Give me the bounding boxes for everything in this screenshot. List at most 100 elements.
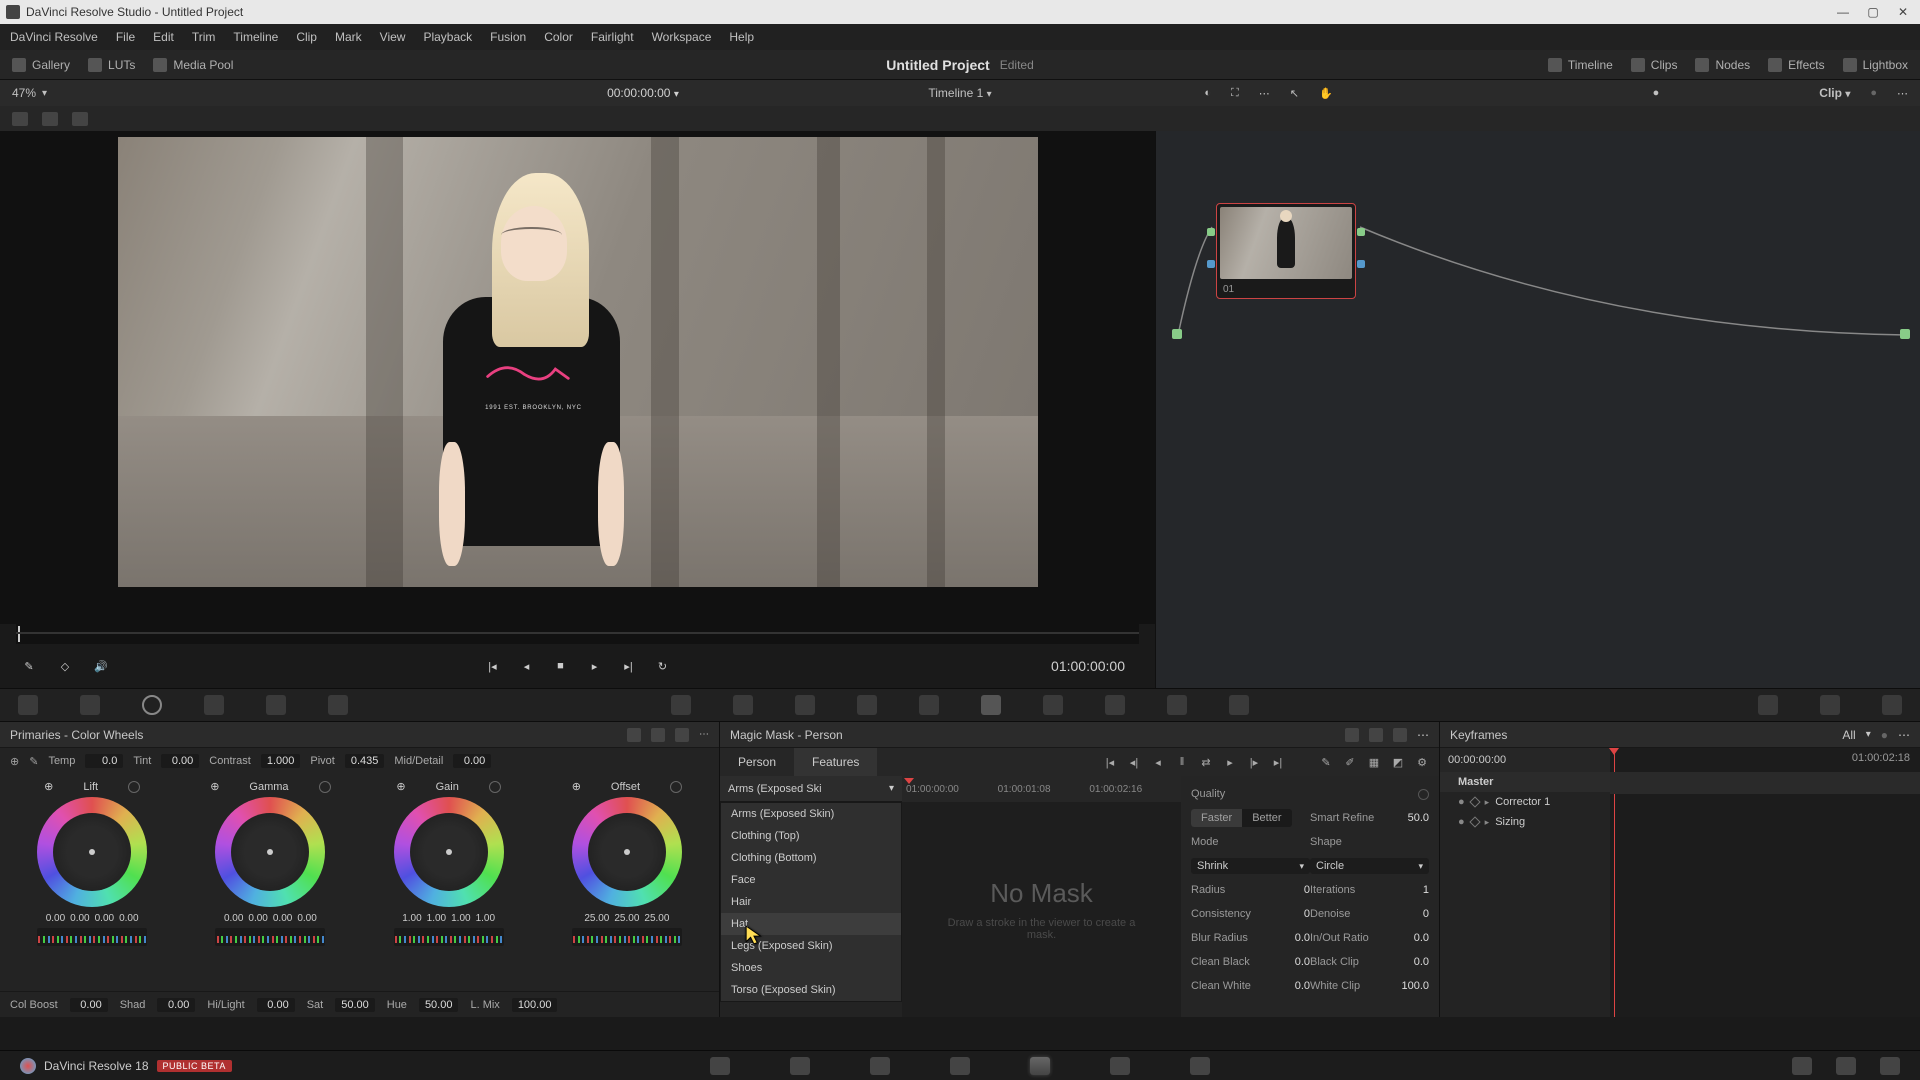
wheel-reset[interactable] — [489, 781, 501, 793]
wheel-value[interactable]: 25.00 — [644, 913, 669, 924]
quality-reset[interactable] — [1418, 789, 1429, 800]
track-last-icon[interactable]: ▸| — [1271, 755, 1285, 769]
wheel-value[interactable]: 0.00 — [248, 913, 267, 924]
middetail-value[interactable]: 0.00 — [453, 754, 491, 768]
cleanwhite-value[interactable]: 0.0 — [1274, 980, 1310, 992]
iterations-value[interactable]: 1 — [1393, 884, 1429, 896]
curves-icon[interactable] — [671, 695, 691, 715]
offset-ymaster[interactable] — [572, 928, 682, 946]
3d-icon[interactable] — [1229, 695, 1249, 715]
wheel-value[interactable]: 25.00 — [614, 913, 639, 924]
blackclip-value[interactable]: 0.0 — [1393, 956, 1429, 968]
magic-mask-icon[interactable] — [981, 695, 1001, 715]
mask-timeline[interactable]: 01:00:00:00 01:00:01:08 01:00:02:16 — [902, 776, 1181, 802]
view-mode-1[interactable] — [12, 112, 28, 126]
temp-value[interactable]: 0.0 — [85, 754, 123, 768]
node-input-rgb[interactable] — [1207, 228, 1215, 236]
menu-item[interactable]: Playback — [423, 30, 472, 44]
pick-white-icon[interactable]: ✎ — [29, 755, 38, 768]
mask-overlay-icon[interactable] — [1345, 728, 1359, 742]
info-icon[interactable] — [1882, 695, 1902, 715]
view-mode-2[interactable] — [42, 112, 58, 126]
qualifier-icon[interactable]: ✎ — [20, 657, 38, 675]
clip-dropdown[interactable]: Clip ▾ — [1819, 86, 1850, 100]
more-icon-2[interactable]: ⋯ — [1897, 87, 1908, 100]
wheel-reset[interactable] — [128, 781, 140, 793]
tint-value[interactable]: 0.00 — [161, 754, 199, 768]
contrast-value[interactable]: 1.000 — [261, 754, 301, 768]
viewer-scrubber[interactable] — [16, 624, 1139, 644]
key-icon[interactable] — [1105, 695, 1125, 715]
hue-value[interactable]: 50.00 — [419, 998, 459, 1012]
motion-effects-icon[interactable] — [328, 695, 348, 715]
keyframes-filter[interactable]: All — [1842, 728, 1855, 742]
bars-mode-icon[interactable] — [651, 728, 665, 742]
smart-refine-value[interactable]: 50.0 — [1393, 812, 1429, 824]
feature-option[interactable]: Clothing (Bottom) — [721, 847, 901, 869]
kf-more-icon[interactable]: ⋯ — [1898, 728, 1910, 742]
close-button[interactable]: ✕ — [1896, 5, 1910, 19]
home-icon[interactable] — [1792, 1057, 1812, 1075]
menu-item[interactable]: Timeline — [233, 30, 278, 44]
feature-option[interactable]: Arms (Exposed Skin) — [721, 803, 901, 825]
prev-frame-button[interactable]: ◂ — [518, 657, 536, 675]
menu-item[interactable]: Color — [544, 30, 573, 44]
wheel-value[interactable]: 25.00 — [584, 913, 609, 924]
hilight-value[interactable]: 0.00 — [257, 998, 295, 1012]
window-icon[interactable] — [857, 695, 877, 715]
mask-reset-icon[interactable] — [1393, 728, 1407, 742]
fullscreen-icon[interactable] — [1880, 1057, 1900, 1075]
track-fwd-one-icon[interactable]: |▸ — [1247, 755, 1261, 769]
log-mode-icon[interactable] — [675, 728, 689, 742]
tab-features[interactable]: Features — [794, 748, 877, 776]
loop-button[interactable]: ↻ — [654, 657, 672, 675]
mask-toggle-icon[interactable]: ◩ — [1391, 755, 1405, 769]
reference-icon[interactable]: ◇ — [56, 657, 74, 675]
wheel-value[interactable]: 0.00 — [95, 913, 114, 924]
wheel-value[interactable]: 0.00 — [119, 913, 138, 924]
feature-option[interactable]: Hat — [721, 913, 901, 935]
mediapool-toggle[interactable]: Media Pool — [153, 58, 233, 72]
consistency-value[interactable]: 0 — [1274, 908, 1310, 920]
menu-item[interactable]: Fairlight — [591, 30, 634, 44]
expand-panel-icon[interactable]: ⋯ — [699, 729, 709, 740]
wheel-value[interactable]: 1.00 — [427, 913, 446, 924]
wheel-picker-icon[interactable]: ⊕ — [396, 780, 405, 793]
nodes-toggle[interactable]: Nodes — [1695, 58, 1750, 72]
clips-toggle[interactable]: Clips — [1631, 58, 1678, 72]
wheel-picker-icon[interactable]: ⊕ — [44, 780, 53, 793]
kf-item-sizing[interactable]: ●▸Sizing — [1440, 812, 1610, 832]
radius-value[interactable]: 0 — [1274, 884, 1310, 896]
audio-icon[interactable]: 🔊 — [92, 657, 110, 675]
keyframe-track[interactable]: 01:00:02:18 — [1610, 748, 1920, 1017]
menu-item[interactable]: Trim — [192, 30, 216, 44]
menu-item[interactable]: Clip — [296, 30, 317, 44]
mode-select[interactable]: Shrink▾ — [1191, 858, 1310, 874]
timeline-toggle[interactable]: Timeline — [1548, 58, 1613, 72]
track-both-icon[interactable]: ⇄ — [1199, 755, 1213, 769]
sizing-icon[interactable] — [1167, 695, 1187, 715]
mask-playhead[interactable] — [904, 776, 914, 802]
cut-page-icon[interactable] — [790, 1057, 810, 1075]
wheel-picker-icon[interactable]: ⊕ — [210, 780, 219, 793]
wheel-value[interactable]: 0.00 — [297, 913, 316, 924]
offset-wheel[interactable] — [572, 797, 682, 907]
project-settings-icon[interactable] — [1836, 1057, 1856, 1075]
color-match-icon[interactable] — [80, 695, 100, 715]
gain-wheel[interactable] — [394, 797, 504, 907]
scopes-icon[interactable] — [1820, 695, 1840, 715]
media-page-icon[interactable] — [710, 1057, 730, 1075]
effects-toggle[interactable]: Effects — [1768, 58, 1824, 72]
gallery-toggle[interactable]: Gallery — [12, 58, 70, 72]
menu-item[interactable]: Help — [729, 30, 754, 44]
mask-view-icon[interactable]: ▦ — [1367, 755, 1381, 769]
hand-icon[interactable]: ✋ — [1319, 87, 1333, 100]
wheel-value[interactable]: 0.00 — [224, 913, 243, 924]
node-input-alpha[interactable] — [1207, 260, 1215, 268]
feature-option[interactable]: Hair — [721, 891, 901, 913]
pivot-value[interactable]: 0.435 — [345, 754, 385, 768]
auto-balance-icon[interactable]: ⊕ — [10, 755, 19, 768]
expand-icon[interactable]: ⛶ — [1231, 87, 1239, 100]
mask-more-icon[interactable]: ⋯ — [1417, 728, 1429, 742]
track-stop-icon[interactable]: ‖ — [1175, 755, 1189, 769]
